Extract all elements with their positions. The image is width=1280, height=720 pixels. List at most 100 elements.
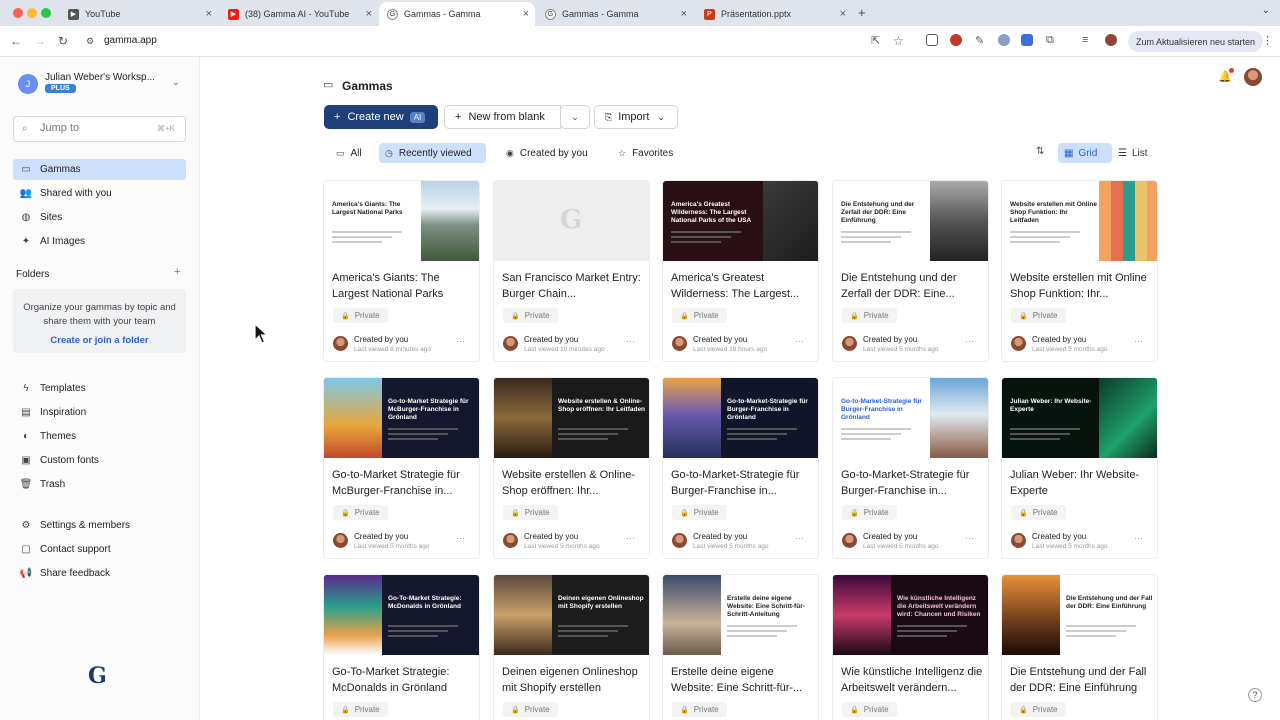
zoom-window-icon[interactable] [41, 8, 51, 18]
filter-created-by-you[interactable]: ◉ Created by you [500, 143, 594, 163]
update-restart-button[interactable]: Zum Aktualisieren neu starten [1128, 31, 1264, 52]
filter-recently-viewed[interactable]: ◷ Recently viewed [379, 143, 486, 163]
sidebar-item-gammas[interactable]: ▭ Gammas [13, 159, 186, 180]
more-options-icon[interactable]: ··· [456, 533, 465, 543]
gamma-card[interactable]: Die Entstehung und der Fall der DDR: Ein… [1002, 575, 1157, 720]
gamma-card[interactable]: Erstelle deine eigene Website: Eine Schr… [663, 575, 818, 720]
workspace-avatar[interactable]: J [18, 74, 38, 94]
jump-to-input[interactable] [40, 122, 150, 134]
card-title[interactable]: Website erstellen mit Online Shop Funkti… [1010, 270, 1154, 302]
more-options-icon[interactable]: ··· [626, 336, 635, 346]
card-title[interactable]: Die Entstehung und der Zerfall der DDR: … [841, 270, 985, 302]
sidebar-item-sites[interactable]: ◍ Sites [13, 207, 186, 228]
card-title[interactable]: Erstelle deine eigene Website: Eine Schr… [671, 664, 815, 696]
close-tab-icon[interactable]: × [206, 8, 212, 20]
card-title[interactable]: San Francisco Market Entry: Burger Chain… [502, 270, 646, 302]
extension-icon[interactable] [1021, 34, 1033, 46]
import-button[interactable]: ⎘ Import ⌄ [594, 105, 678, 129]
gamma-card[interactable]: Die Entstehung und der Zerfall der DDR: … [833, 181, 988, 361]
card-title[interactable]: Website erstellen & Online-Shop eröffnen… [502, 467, 646, 499]
card-title[interactable]: Go-to-Market Strategie für McBurger-Fran… [332, 467, 476, 499]
view-grid-toggle[interactable]: ▦ Grid [1058, 143, 1112, 163]
gamma-card[interactable]: Go-To-Market Strategie: McDonalds in Grö… [324, 575, 479, 720]
card-title[interactable]: Wie künstliche Intelligenz die Arbeitswe… [841, 664, 985, 696]
card-title[interactable]: Go-to-Market-Strategie für Burger-Franch… [671, 467, 815, 499]
sidebar-item-contact-support[interactable]: ▢ Contact support [13, 539, 186, 560]
new-from-blank-dropdown[interactable]: ⌄ [560, 105, 590, 129]
install-app-icon[interactable]: ⇱ [871, 34, 880, 47]
card-title[interactable]: Deinen eigenen Onlineshop mit Shopify er… [502, 664, 646, 696]
close-tab-icon[interactable]: × [840, 8, 846, 20]
gamma-card[interactable]: Wie künstliche Intelligenz die Arbeitswe… [833, 575, 988, 720]
sidebar-item-custom-fonts[interactable]: ▣ Custom fonts [13, 450, 186, 471]
bookmark-star-icon[interactable]: ☆ [893, 34, 904, 48]
screenshot-extension-icon[interactable] [926, 34, 938, 46]
view-list-toggle[interactable]: ☰ List [1112, 143, 1154, 163]
gamma-card[interactable]: Julian Weber: Ihr Website-Experte Julian … [1002, 378, 1157, 558]
close-tab-icon[interactable]: × [523, 8, 529, 20]
site-settings-icon[interactable]: ⚙ [86, 36, 94, 47]
browser-tab-gammas[interactable]: G Gammas - Gamma × [537, 2, 693, 26]
card-title[interactable]: Go-to-Market-Strategie für Burger-Franch… [841, 467, 985, 499]
filter-all[interactable]: ▭ All [330, 143, 368, 163]
sidebar-item-shared[interactable]: 👥 Shared with you [13, 183, 186, 204]
help-icon[interactable]: ? [1248, 688, 1262, 702]
extension-icon[interactable] [998, 34, 1010, 46]
card-title[interactable]: America's Greatest Wilderness: The Large… [671, 270, 815, 302]
sidebar-item-trash[interactable]: 🗑 Trash [13, 474, 186, 495]
more-options-icon[interactable]: ··· [795, 533, 804, 543]
extensions-puzzle-icon[interactable]: ⧉ [1046, 34, 1054, 47]
add-folder-icon[interactable]: + [174, 266, 180, 278]
browser-tab-youtube[interactable]: ▶ YouTube × [60, 2, 218, 26]
gamma-logo[interactable]: G [88, 663, 110, 689]
more-options-icon[interactable]: ··· [456, 336, 465, 346]
close-tab-icon[interactable]: × [681, 8, 687, 20]
gamma-card[interactable]: Website erstellen mit Online Shop Funkti… [1002, 181, 1157, 361]
minimize-window-icon[interactable] [27, 8, 37, 18]
sort-icon[interactable]: ⇅ [1036, 146, 1044, 157]
jump-to-search[interactable]: ⌕ ⌘+K [13, 116, 186, 142]
filter-favorites[interactable]: ☆ Favorites [612, 143, 679, 163]
more-options-icon[interactable]: ··· [795, 336, 804, 346]
pen-extension-icon[interactable]: ✎ [975, 34, 984, 47]
card-title[interactable]: Die Entstehung und der Fall der DDR: Ein… [1010, 664, 1154, 696]
browser-tab-pptx[interactable]: P Präsentation.pptx × [696, 2, 852, 26]
user-avatar[interactable] [1244, 68, 1262, 86]
sidebar-item-themes[interactable]: ◐ Themes [13, 426, 186, 447]
sidebar-item-ai-images[interactable]: ✦ AI Images [13, 231, 186, 252]
gamma-card[interactable]: Go-to-Market-Strategie für Burger-Franch… [833, 378, 988, 558]
workspace-chevron-down-icon[interactable]: ⌄ [172, 77, 180, 88]
back-icon[interactable]: ← [10, 34, 22, 48]
workspace-name[interactable]: Julian Weber's Worksp... [45, 72, 155, 83]
create-folder-link[interactable]: Create or join a folder [13, 335, 186, 346]
sidebar-item-templates[interactable]: ϟ Templates [13, 378, 186, 399]
gamma-card[interactable]: America's Giants: The Largest National P… [324, 181, 479, 361]
more-options-icon[interactable]: ··· [965, 533, 974, 543]
gamma-card[interactable]: Go-to-Market-Strategie für Burger-Franch… [663, 378, 818, 558]
more-options-icon[interactable]: ··· [965, 336, 974, 346]
close-window-icon[interactable] [13, 8, 23, 18]
browser-menu-icon[interactable]: ⋮ [1262, 34, 1273, 47]
card-title[interactable]: Go-To-Market Strategie: McDonalds in Grö… [332, 664, 476, 696]
new-tab-icon[interactable]: + [858, 5, 866, 20]
more-options-icon[interactable]: ··· [1134, 336, 1143, 346]
gamma-card[interactable]: Deinen eigenen Onlineshop mit Shopify er… [494, 575, 649, 720]
browser-tab-gammas-active[interactable]: G Gammas - Gamma × [379, 2, 535, 26]
more-options-icon[interactable]: ··· [1134, 533, 1143, 543]
sidebar-item-inspiration[interactable]: ▤ Inspiration [13, 402, 186, 423]
new-from-blank-button[interactable]: + New from blank [444, 105, 561, 129]
gamma-card[interactable]: Website erstellen & Online-Shop eröffnen… [494, 378, 649, 558]
reading-list-icon[interactable]: ≡ [1082, 34, 1088, 46]
reload-icon[interactable]: ↻ [58, 34, 68, 48]
gamma-card[interactable]: America's Greatest Wilderness: The Large… [663, 181, 818, 361]
gamma-card[interactable]: G San Francisco Market Entry: Burger Chai… [494, 181, 649, 361]
sidebar-item-share-feedback[interactable]: 📢 Share feedback [13, 563, 186, 584]
create-new-button[interactable]: + Create new AI [324, 105, 438, 129]
card-title[interactable]: Julian Weber: Ihr Website-Experte [1010, 467, 1154, 499]
browser-tab-gamma-youtube[interactable]: ▶ (38) Gamma AI - YouTube × [220, 2, 378, 26]
gamma-card[interactable]: Go-to-Market Strategie für McBurger-Fran… [324, 378, 479, 558]
forward-icon[interactable]: → [34, 34, 46, 48]
close-tab-icon[interactable]: × [366, 8, 372, 20]
extension-icon[interactable] [950, 34, 962, 46]
more-options-icon[interactable]: ··· [626, 533, 635, 543]
